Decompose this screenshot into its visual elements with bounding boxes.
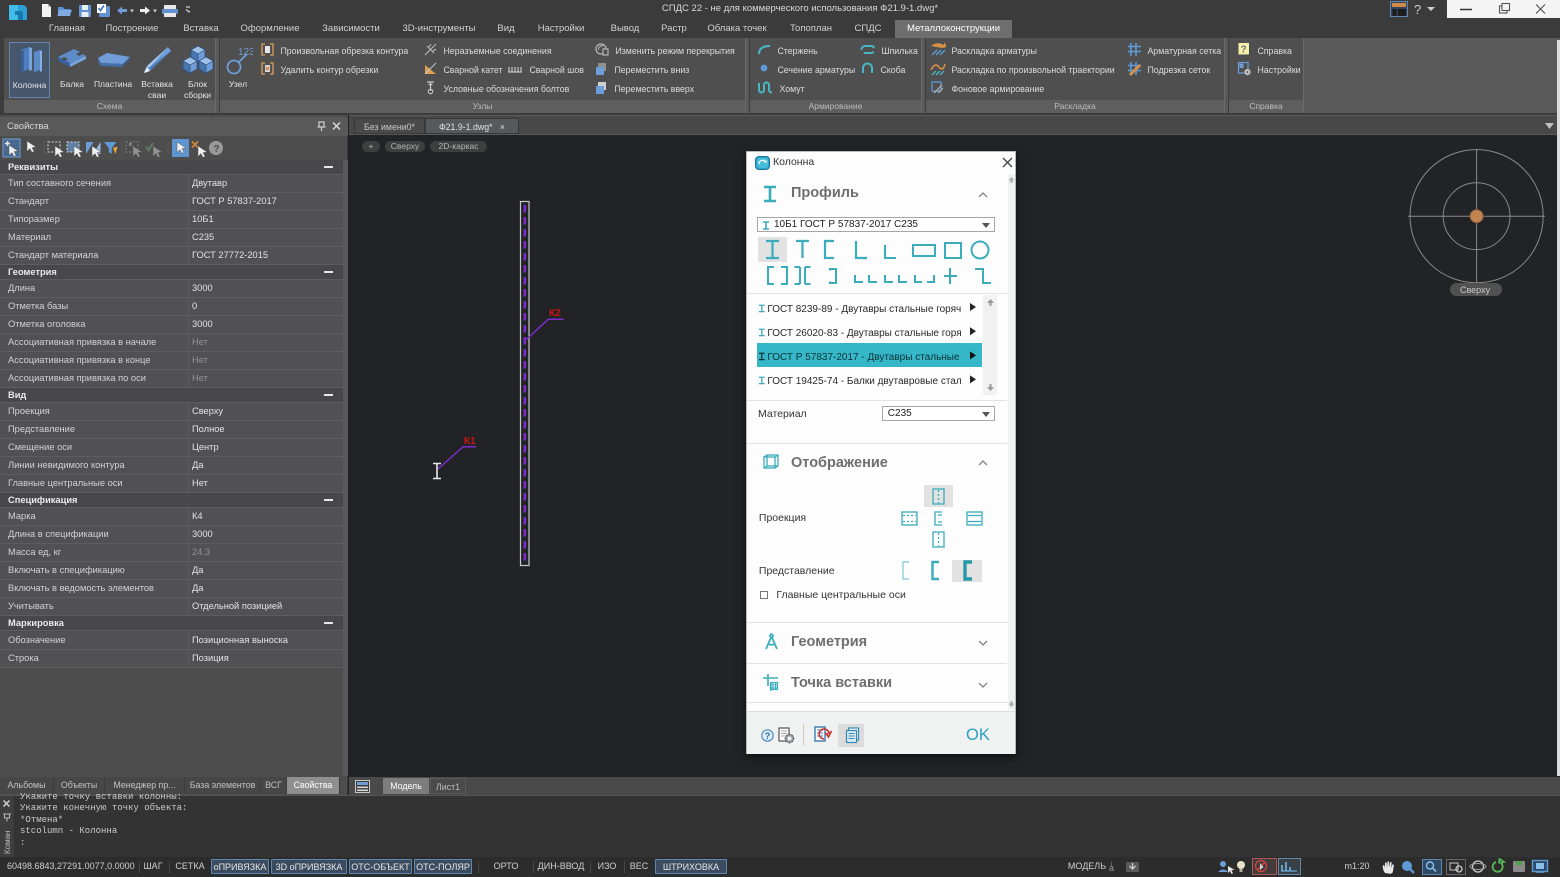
svg-text:К2: К2 — [549, 308, 561, 319]
svg-text:?: ? — [1414, 2, 1421, 17]
svg-text:Коман: Коман — [3, 831, 12, 854]
svg-text:К1: К1 — [464, 436, 476, 447]
svg-text:aͥ: aͥ — [1109, 861, 1114, 873]
svg-text:?: ? — [213, 143, 219, 155]
svg-text:?: ? — [1241, 44, 1247, 55]
svg-text:Сверху: Сверху — [1460, 285, 1491, 295]
svg-text:?: ? — [765, 730, 771, 740]
